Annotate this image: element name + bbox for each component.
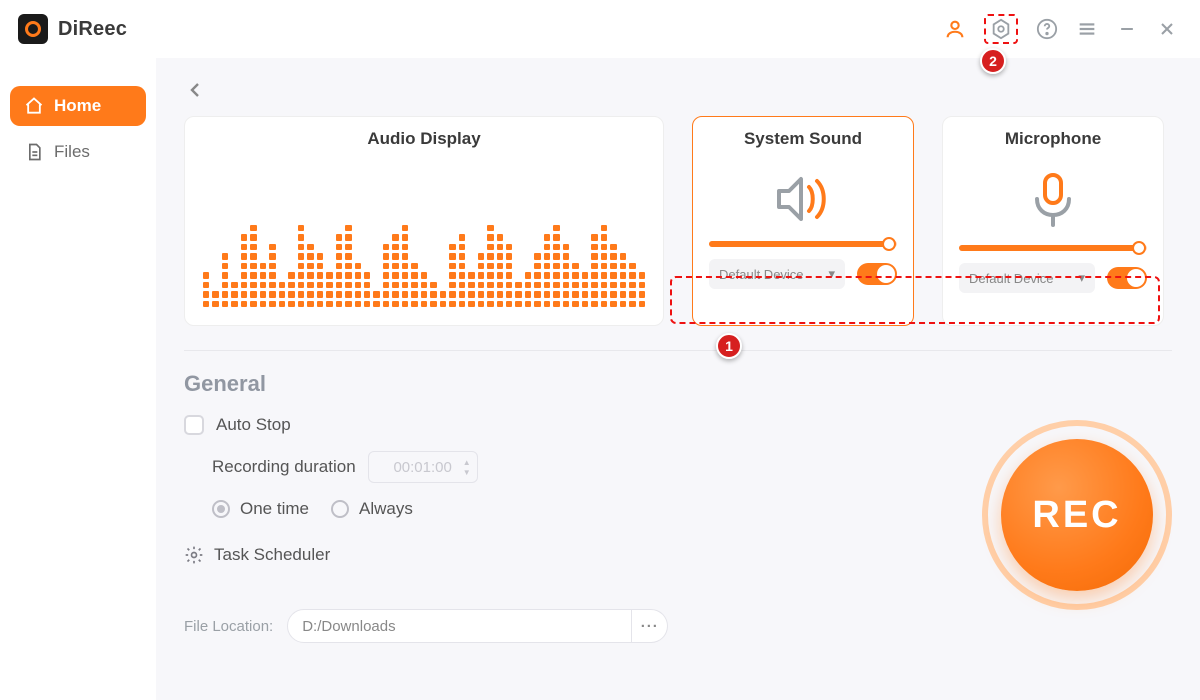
window-controls (944, 14, 1178, 44)
chevron-down-icon: ▾ (828, 266, 835, 282)
radio-one-time[interactable] (212, 500, 230, 518)
nav-home[interactable]: Home (10, 86, 146, 126)
nav-home-label: Home (54, 96, 101, 116)
app-name: DiReec (58, 18, 127, 41)
audio-equaliser (201, 155, 647, 307)
titlebar: DiReec (0, 0, 1200, 58)
file-location-value: D:/Downloads (302, 618, 395, 635)
settings-icon[interactable] (990, 18, 1012, 40)
card-system-sound[interactable]: System Sound Default Device ▾ (692, 116, 914, 326)
record-button-label: REC (1032, 494, 1121, 537)
radio-one-time-label: One time (240, 499, 309, 519)
chevron-down-icon: ▾ (1078, 270, 1085, 286)
microphone-title: Microphone (1005, 129, 1101, 149)
duration-label: Recording duration (212, 457, 356, 477)
minimize-icon[interactable] (1116, 18, 1138, 40)
radio-always[interactable] (331, 500, 349, 518)
microphone-icon (1029, 173, 1077, 229)
system-sound-device-label: Default Device (719, 267, 804, 282)
callout-badge-2: 2 (980, 48, 1006, 74)
record-button-ring: REC (982, 420, 1172, 610)
microphone-device-label: Default Device (969, 271, 1054, 286)
microphone-toggle[interactable] (1107, 267, 1147, 289)
menu-icon[interactable] (1076, 18, 1098, 40)
system-sound-toggle[interactable] (857, 263, 897, 285)
record-button[interactable]: REC (1001, 439, 1153, 591)
files-icon (24, 142, 44, 162)
back-button[interactable] (184, 78, 212, 106)
help-icon[interactable] (1036, 18, 1058, 40)
speaker-icon (773, 173, 833, 225)
card-microphone[interactable]: Microphone Default Device ▾ (942, 116, 1164, 326)
duration-value: 00:01:00 (393, 459, 451, 476)
gear-icon (184, 545, 204, 565)
sidebar: Home Files (0, 58, 156, 700)
section-general-title: General (184, 371, 1172, 397)
close-icon[interactable] (1156, 18, 1178, 40)
audio-display-title: Audio Display (367, 129, 480, 149)
radio-always-label: Always (359, 499, 413, 519)
divider (184, 350, 1172, 351)
task-scheduler-label[interactable]: Task Scheduler (214, 545, 330, 565)
system-sound-slider[interactable] (709, 241, 897, 247)
home-icon (24, 96, 44, 116)
auto-stop-label: Auto Stop (216, 415, 291, 435)
callout-badge-1: 1 (716, 333, 742, 359)
duration-input[interactable]: 00:01:00 ▲▼ (368, 451, 478, 483)
auto-stop-checkbox[interactable] (184, 415, 204, 435)
card-audio-display: Audio Display (184, 116, 664, 326)
nav-files[interactable]: Files (10, 132, 146, 172)
microphone-slider[interactable] (959, 245, 1147, 251)
nav-files-label: Files (54, 142, 90, 162)
stepper-icon[interactable]: ▲▼ (463, 458, 471, 477)
system-sound-title: System Sound (744, 129, 862, 149)
file-location-input[interactable]: D:/Downloads (287, 609, 632, 643)
file-location-label: File Location: (184, 618, 273, 635)
file-location-more-button[interactable]: ··· (632, 609, 668, 643)
user-icon[interactable] (944, 18, 966, 40)
settings-highlight (984, 14, 1018, 44)
system-sound-device-select[interactable]: Default Device ▾ (709, 259, 845, 289)
main-panel: Audio Display System Sound (156, 58, 1200, 700)
microphone-device-select[interactable]: Default Device ▾ (959, 263, 1095, 293)
app-logo (18, 14, 48, 44)
